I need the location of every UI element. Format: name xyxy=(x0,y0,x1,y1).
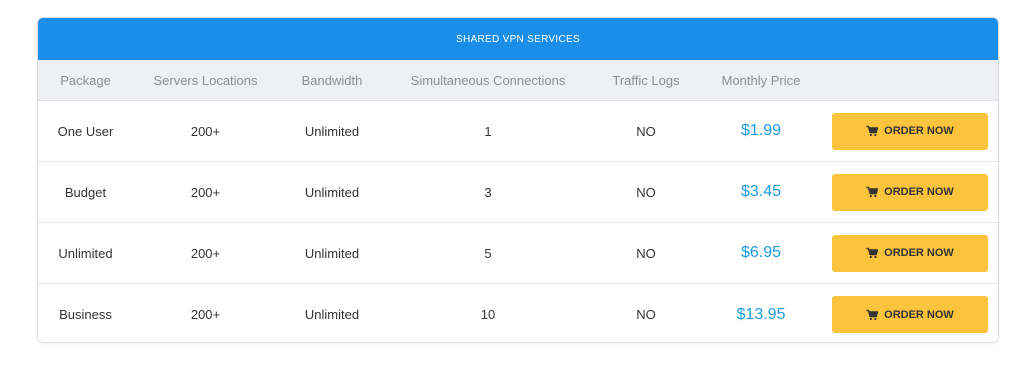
traffic-logs: NO xyxy=(636,307,656,322)
bandwidth: Unlimited xyxy=(304,307,360,322)
package-name: Unlimited xyxy=(58,245,113,261)
order-now-label: ORDER NOW xyxy=(884,125,954,137)
traffic-logs: NO xyxy=(636,184,656,200)
table-row: Unlimited 200+ Unlimited 5 NO $6.95 ORDE… xyxy=(38,223,998,284)
package-name: Business xyxy=(59,307,112,322)
header-servers-locations: Servers Locations xyxy=(153,72,258,88)
cart-icon xyxy=(866,125,879,137)
header-monthly-price: Monthly Price xyxy=(721,72,801,88)
table-header: Package Servers Locations Bandwidth Simu… xyxy=(38,60,998,101)
table-row: Budget 200+ Unlimited 3 NO $3.45 ORDER N… xyxy=(38,162,998,223)
order-now-button[interactable]: ORDER NOW xyxy=(832,234,988,272)
servers-locations: 200+ xyxy=(190,307,221,322)
servers-locations: 200+ xyxy=(190,123,221,139)
order-now-button[interactable]: ORDER NOW xyxy=(832,296,988,333)
order-now-label: ORDER NOW xyxy=(884,308,954,321)
package-name: One User xyxy=(57,123,114,139)
monthly-price: $1.99 xyxy=(740,122,782,139)
simultaneous-connections: 3 xyxy=(484,184,492,200)
table-title: SHARED VPN SERVICES xyxy=(38,18,998,60)
traffic-logs: NO xyxy=(636,123,656,139)
cart-icon xyxy=(866,247,879,259)
header-bandwidth: Bandwidth xyxy=(301,72,363,88)
order-now-label: ORDER NOW xyxy=(884,247,954,259)
order-now-button[interactable]: ORDER NOW xyxy=(832,112,988,150)
table-row: Business 200+ Unlimited 10 NO $13.95 ORD… xyxy=(38,284,998,342)
pricing-table: SHARED VPN SERVICES Package Servers Loca… xyxy=(37,17,999,343)
header-traffic-logs: Traffic Logs xyxy=(612,72,680,88)
bandwidth: Unlimited xyxy=(304,245,360,261)
monthly-price: $13.95 xyxy=(736,305,786,323)
header-simultaneous-connections: Simultaneous Connections xyxy=(410,72,566,88)
order-now-label: ORDER NOW xyxy=(884,186,954,198)
bandwidth: Unlimited xyxy=(304,123,360,139)
cart-icon xyxy=(866,186,879,198)
bandwidth: Unlimited xyxy=(304,184,360,200)
simultaneous-connections: 1 xyxy=(484,123,492,139)
order-now-button[interactable]: ORDER NOW xyxy=(832,173,988,211)
servers-locations: 200+ xyxy=(190,184,221,200)
servers-locations: 200+ xyxy=(190,245,221,261)
monthly-price: $3.45 xyxy=(740,183,782,200)
cart-icon xyxy=(866,309,879,321)
table-row: One User 200+ Unlimited 1 NO $1.99 ORDER… xyxy=(38,101,998,162)
header-package: Package xyxy=(60,72,111,88)
simultaneous-connections: 5 xyxy=(484,245,492,261)
monthly-price: $6.95 xyxy=(740,244,782,261)
package-name: Budget xyxy=(64,184,107,200)
traffic-logs: NO xyxy=(636,245,656,261)
simultaneous-connections: 10 xyxy=(480,307,496,322)
